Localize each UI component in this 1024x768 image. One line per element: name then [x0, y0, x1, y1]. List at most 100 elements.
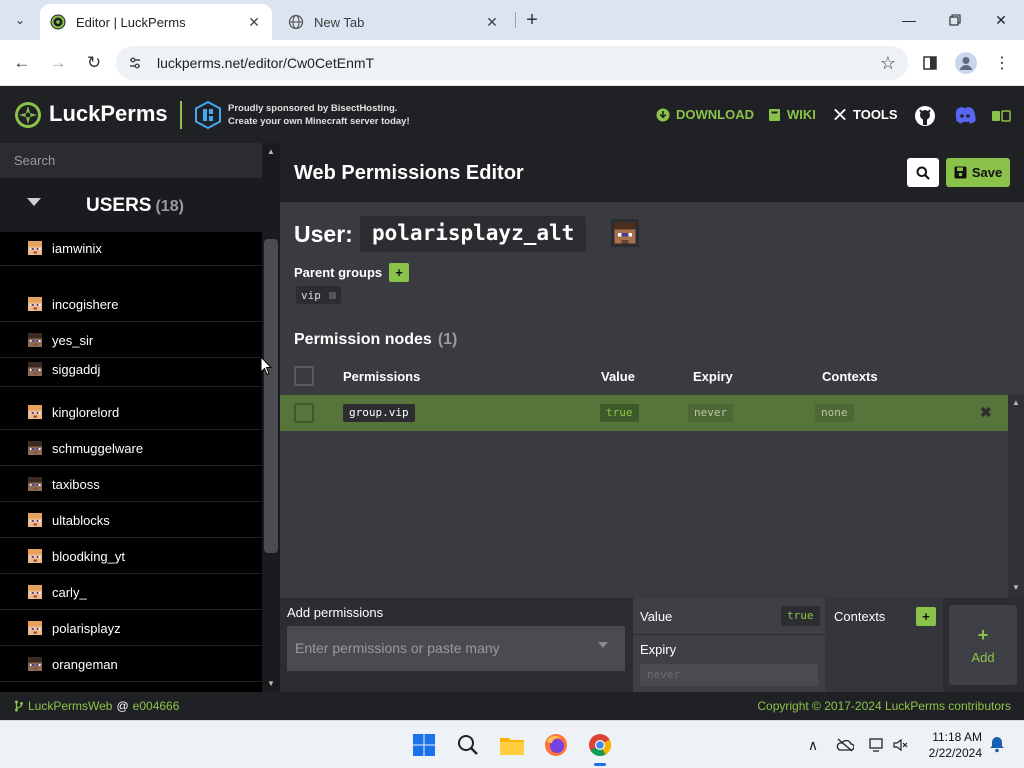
network-icon[interactable]	[867, 735, 887, 755]
window-close-icon[interactable]: ✕	[988, 8, 1014, 32]
kebab-menu-icon[interactable]: ⋮	[990, 51, 1014, 75]
user-list-item[interactable]: taxiboss	[0, 466, 262, 502]
user-list-item[interactable]: siggaddj	[0, 351, 262, 387]
footer-version: LuckPermsWeb @ e004666	[14, 699, 179, 713]
system-clock[interactable]: 11:18 AM 2/22/2024	[918, 729, 982, 761]
nav-wiki[interactable]: WIKI	[767, 107, 816, 122]
expiry-input[interactable]: never	[640, 664, 818, 686]
footer-commit-link[interactable]: e004666	[133, 699, 180, 713]
footer-at: @	[116, 699, 129, 713]
luckperms-logo-icon[interactable]	[14, 101, 42, 129]
remove-group-icon[interactable]	[328, 291, 336, 299]
scroll-down-arrow-icon[interactable]: ▼	[266, 679, 276, 688]
select-all-checkbox[interactable]	[294, 366, 314, 386]
address-url[interactable]: luckperms.net/editor/Cw0CetEnmT	[157, 55, 374, 71]
reload-icon[interactable]: ↻	[82, 51, 106, 75]
language-icon[interactable]	[991, 105, 1011, 127]
permission-row[interactable]: group.vip true never none ✖	[280, 395, 1008, 431]
address-bar[interactable]: luckperms.net/editor/Cw0CetEnmT ☆	[116, 46, 908, 80]
scroll-down-arrow-icon[interactable]: ▼	[1011, 583, 1021, 592]
permission-expiry[interactable]: never	[688, 404, 734, 422]
nav-download[interactable]: DOWNLOAD	[656, 107, 754, 122]
bookmark-star-icon[interactable]: ☆	[880, 53, 896, 74]
github-icon[interactable]	[914, 105, 936, 127]
user-list-item-name: incogishere	[52, 297, 119, 312]
user-list-item[interactable]: carly_	[0, 574, 262, 610]
tab-close-icon[interactable]: ✕	[484, 14, 500, 31]
add-context-button[interactable]: +	[916, 607, 936, 626]
brand-name[interactable]: LuckPerms	[49, 101, 168, 127]
user-list-item[interactable]: ultablocks	[0, 502, 262, 538]
add-parent-group-button[interactable]: +	[389, 263, 409, 282]
user-list-item-name: taxiboss	[52, 477, 100, 492]
firefox-icon[interactable]	[541, 730, 571, 760]
column-permissions[interactable]: Permissions	[343, 369, 420, 384]
user-list-item[interactable]: schmuggelware	[0, 430, 262, 466]
user-list-item-name: iamwinix	[52, 241, 102, 256]
new-tab-plus-icon[interactable]: +	[520, 8, 544, 32]
user-list-item[interactable]: kinglorelord	[0, 394, 262, 430]
add-permission-button[interactable]: + Add	[949, 605, 1017, 685]
value-toggle[interactable]: true	[781, 606, 820, 626]
scroll-up-arrow-icon[interactable]: ▲	[266, 147, 276, 156]
notification-bell-icon[interactable]	[988, 735, 1006, 753]
minimize-icon[interactable]: —	[896, 8, 922, 32]
editor-main: Web Permissions Editor Save User: polari…	[280, 143, 1024, 692]
scrollbar-thumb[interactable]	[264, 239, 278, 553]
users-section-header[interactable]: USERS (18)	[0, 178, 262, 232]
user-list-item[interactable]: iamwinix	[0, 240, 262, 266]
footer-copyright[interactable]: Copyright © 2017-2024 LuckPerms contribu…	[757, 699, 1011, 713]
user-avatar-icon	[28, 513, 42, 527]
sponsor-text[interactable]: Proudly sponsored by BisectHosting. Crea…	[228, 102, 410, 128]
volume-muted-icon[interactable]	[891, 735, 911, 755]
search-button[interactable]	[907, 158, 939, 187]
add-permission-panel: Add permissions Enter permissions or pas…	[280, 598, 1024, 692]
user-list-item[interactable]: incogishere	[0, 286, 262, 322]
delete-row-icon[interactable]: ✖	[980, 404, 992, 421]
nav-download-label: DOWNLOAD	[676, 107, 754, 122]
onedrive-offline-icon[interactable]	[835, 735, 855, 755]
nav-tools[interactable]: TOOLS	[833, 107, 898, 122]
side-panel-icon[interactable]	[918, 51, 942, 75]
sidebar-search-input[interactable]: Search	[0, 143, 262, 178]
restore-icon[interactable]	[942, 8, 968, 32]
bisecthosting-logo-icon[interactable]	[194, 101, 222, 129]
user-list-item-name: yes_sir	[52, 333, 94, 348]
forward-arrow-icon[interactable]: →	[46, 51, 70, 75]
taskbar-search-icon[interactable]	[453, 730, 483, 760]
users-title-label: USERS	[86, 195, 152, 216]
caret-down-icon[interactable]	[27, 198, 41, 206]
tray-chevron-up-icon[interactable]: ∧	[803, 735, 823, 755]
permission-value[interactable]: true	[600, 404, 639, 422]
column-value[interactable]: Value	[601, 369, 635, 384]
parent-group-chip[interactable]: vip	[296, 286, 341, 304]
column-contexts[interactable]: Contexts	[822, 369, 878, 384]
sidebar-scrollbar[interactable]: ▲ ▼	[262, 143, 280, 692]
footer-project-link[interactable]: LuckPermsWeb	[28, 699, 112, 713]
back-arrow-icon[interactable]: ←	[10, 51, 34, 75]
tab-new-tab[interactable]: New Tab ✕	[278, 4, 510, 40]
file-explorer-icon[interactable]	[497, 730, 527, 760]
user-list-item[interactable]: polarisplayz	[0, 610, 262, 646]
windows-taskbar: ∧ 11:18 AM 2/22/2024	[0, 720, 1024, 768]
row-checkbox[interactable]	[294, 403, 314, 423]
user-list-item[interactable]: bloodking_yt	[0, 538, 262, 574]
site-info-icon[interactable]	[126, 54, 144, 72]
column-expiry[interactable]: Expiry	[693, 369, 733, 384]
permission-contexts[interactable]: none	[815, 404, 854, 422]
discord-icon[interactable]	[953, 105, 977, 127]
scroll-up-arrow-icon[interactable]: ▲	[1011, 398, 1021, 407]
tab-luckperms-editor[interactable]: Editor | LuckPerms ✕	[40, 4, 272, 40]
tab-close-icon[interactable]: ✕	[246, 14, 262, 31]
floppy-disk-icon	[954, 166, 967, 179]
chrome-icon[interactable]	[585, 730, 615, 766]
permission-list-scrollbar[interactable]: ▲ ▼	[1008, 395, 1024, 598]
windows-start-icon[interactable]	[409, 730, 439, 760]
tab-search-chevron-icon[interactable]: ⌄	[8, 8, 32, 32]
profile-avatar-icon[interactable]	[954, 51, 978, 75]
permission-node[interactable]: group.vip	[343, 404, 415, 422]
permission-input[interactable]: Enter permissions or paste many	[287, 626, 625, 671]
save-button[interactable]: Save	[946, 158, 1010, 187]
dropdown-caret-icon[interactable]	[598, 642, 608, 648]
user-list-item[interactable]: orangeman	[0, 646, 262, 682]
